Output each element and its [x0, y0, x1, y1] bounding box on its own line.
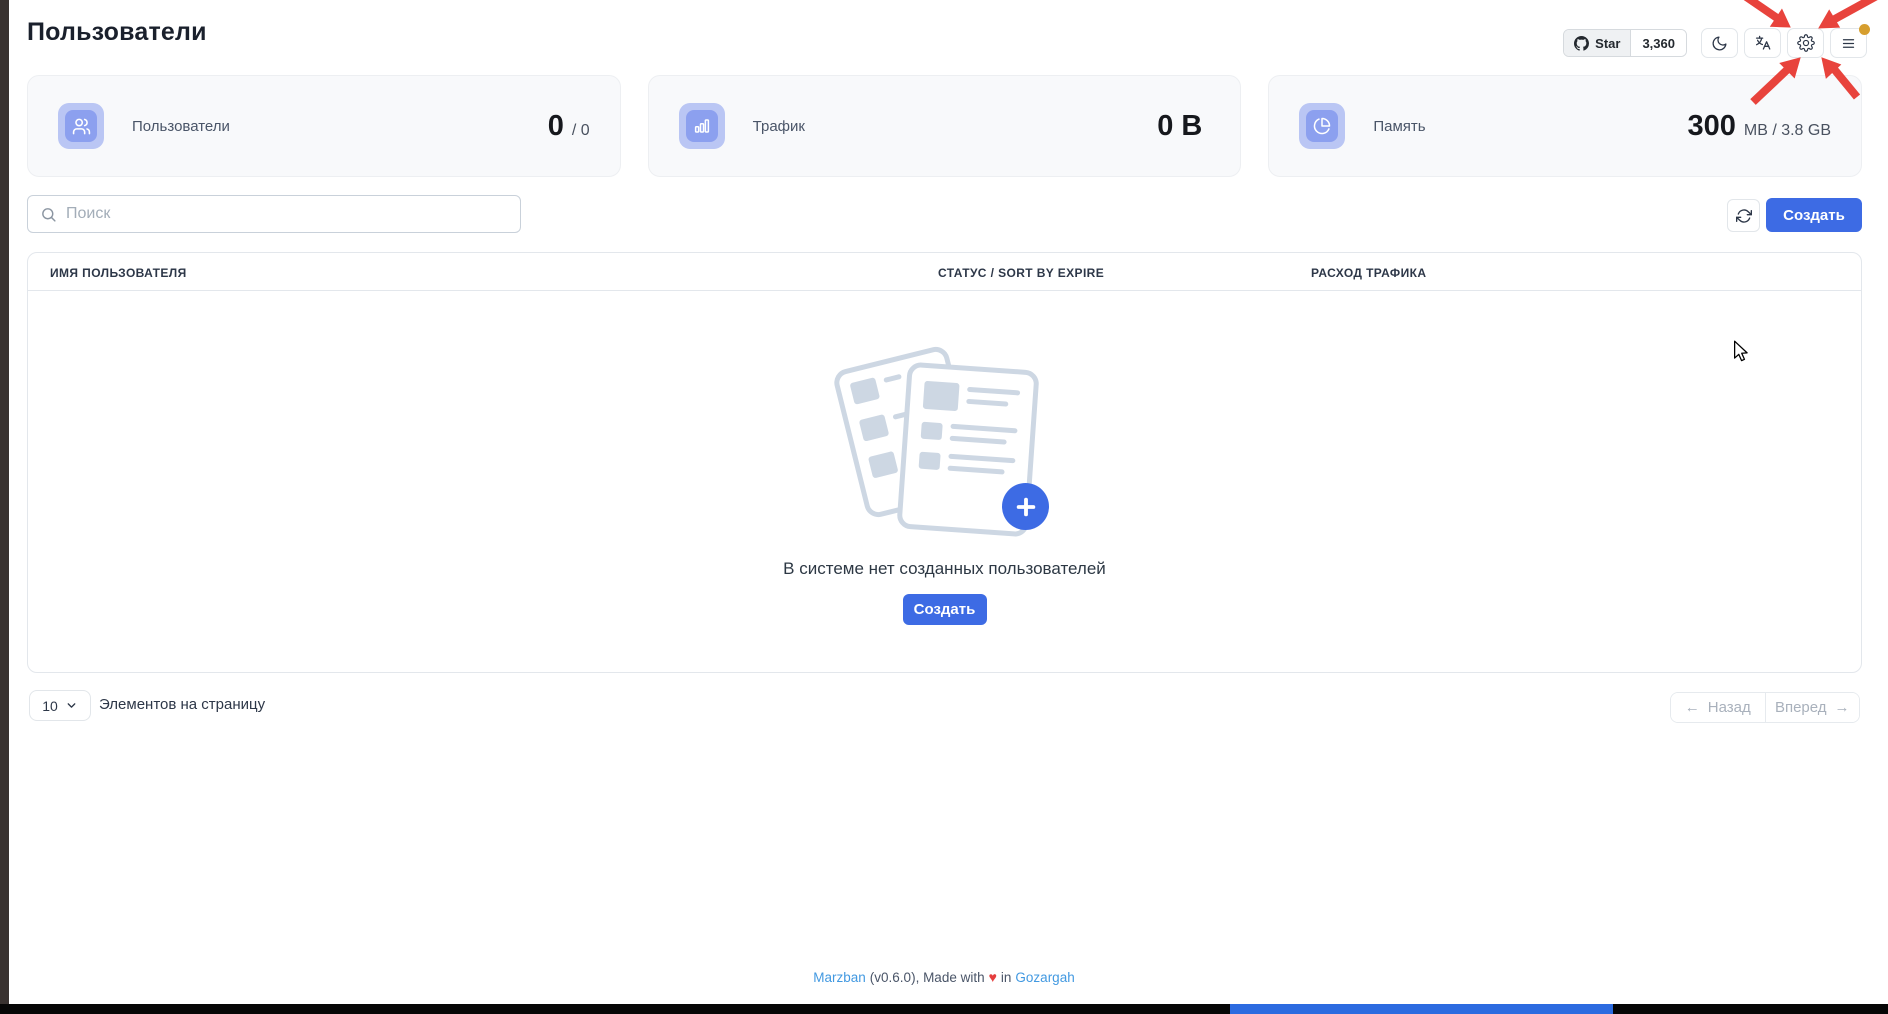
stat-suffix: MB / 3.8 GB	[1744, 122, 1831, 140]
next-page-button[interactable]: Вперед →	[1766, 693, 1860, 722]
github-icon	[1574, 36, 1589, 51]
bottom-bar	[0, 1004, 1888, 1014]
users-icon	[72, 117, 91, 136]
hamburger-icon	[1840, 36, 1857, 51]
topbar: Star 3,360	[1563, 28, 1867, 58]
gear-icon	[1797, 34, 1815, 52]
footer: Marzban (v0.6.0), Made with ♥ in Gozarga…	[0, 969, 1888, 985]
refresh-icon	[1736, 208, 1752, 224]
translate-icon	[1754, 34, 1772, 52]
marzban-users-page: Пользователи Star 3,360	[0, 0, 1888, 1014]
empty-state-create-button[interactable]: Создать	[903, 594, 987, 625]
stat-card-users: Пользователи 0 / 0	[27, 75, 621, 177]
stat-value: 300	[1687, 110, 1735, 143]
users-table: ИМЯ ПОЛЬЗОВАТЕЛЯ СТАТУС / SORT BY EXPIRE…	[27, 252, 1862, 673]
github-star-widget: Star 3,360	[1563, 29, 1687, 57]
page-size-value: 10	[42, 698, 58, 714]
github-star-button[interactable]: Star	[1564, 30, 1631, 56]
memory-pie-icon	[1313, 117, 1331, 135]
stat-card-memory: Память 300 MB / 3.8 GB	[1268, 75, 1862, 177]
memory-icon-tile	[1299, 103, 1345, 149]
bottom-bar-blue-segment	[1230, 1004, 1613, 1014]
prev-page-button[interactable]: ← Назад	[1671, 693, 1766, 722]
footer-version-text: (v0.6.0), Made with	[870, 970, 985, 985]
stat-label: Пользователи	[132, 118, 230, 135]
menu-button[interactable]	[1830, 28, 1867, 58]
refresh-button[interactable]	[1727, 199, 1760, 232]
traffic-icon-tile	[679, 103, 725, 149]
gozargah-link[interactable]: Gozargah	[1015, 970, 1074, 985]
column-status-sort-expire[interactable]: СТАТУС / SORT BY EXPIRE	[938, 266, 1104, 280]
stat-card-traffic: Трафик 0 B	[648, 75, 1242, 177]
page-size-label: Элементов на страницу	[99, 696, 265, 713]
page-size-select[interactable]: 10	[29, 690, 91, 721]
add-plus-icon	[1002, 483, 1049, 530]
pager: ← Назад Вперед →	[1670, 692, 1860, 723]
table-header-row: ИМЯ ПОЛЬЗОВАТЕЛЯ СТАТУС / SORT BY EXPIRE…	[28, 253, 1861, 291]
language-button[interactable]	[1744, 28, 1781, 58]
settings-button[interactable]	[1787, 28, 1824, 58]
users-icon-tile	[58, 103, 104, 149]
dark-mode-button[interactable]	[1701, 28, 1738, 58]
footer-in-text: in	[1001, 970, 1012, 985]
stat-label: Память	[1373, 118, 1425, 135]
github-star-label: Star	[1595, 36, 1620, 51]
heart-icon: ♥	[989, 969, 997, 985]
traffic-chart-icon	[693, 117, 711, 135]
github-star-count[interactable]: 3,360	[1631, 30, 1686, 56]
create-user-button[interactable]: Создать	[1766, 198, 1862, 232]
empty-state-illustration	[846, 346, 1051, 538]
marzban-link[interactable]: Marzban	[813, 970, 866, 985]
page-title: Пользователи	[27, 18, 207, 47]
arrow-right-icon: →	[1835, 699, 1850, 716]
stat-suffix: / 0	[572, 122, 590, 140]
stats-row: Пользователи 0 / 0 Трафик 0 B Память 300 M…	[27, 75, 1862, 177]
stat-label: Трафик	[753, 118, 805, 135]
arrow-left-icon: ←	[1685, 699, 1700, 716]
chevron-down-icon	[65, 699, 78, 712]
search-input[interactable]	[66, 205, 508, 223]
menu-notification-dot	[1859, 24, 1870, 35]
search-box	[27, 195, 521, 233]
column-traffic-usage: РАСХОД ТРАФИКА	[1311, 266, 1426, 280]
search-icon	[40, 206, 57, 223]
left-edge-strip	[0, 0, 9, 1014]
empty-state-message: В системе нет созданных пользователей	[28, 559, 1861, 579]
column-username[interactable]: ИМЯ ПОЛЬЗОВАТЕЛЯ	[50, 266, 187, 280]
moon-icon	[1711, 35, 1728, 52]
stat-value: 0 B	[1157, 110, 1202, 143]
stat-value: 0	[548, 110, 564, 143]
